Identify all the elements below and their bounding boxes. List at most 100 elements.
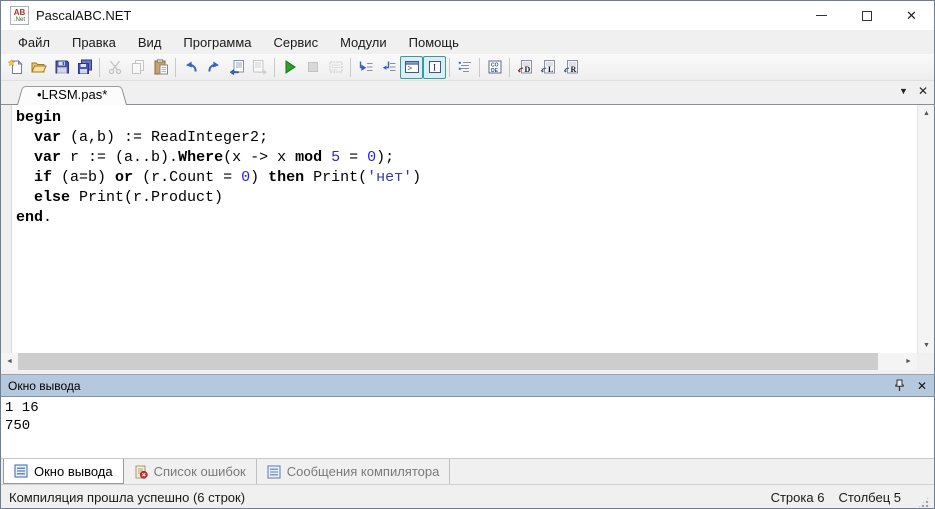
pin-icon[interactable] [894,379,905,392]
statusbar: Компиляция прошла успешно (6 строк) Стро… [1,484,934,508]
output-panel-header[interactable]: Окно вывода ✕ [1,375,934,396]
tab-close-button[interactable]: ✕ [918,84,928,98]
code-token: ) [412,169,422,186]
code-token: Where [178,149,224,166]
tab-label: •LRSM.pas* [37,87,108,102]
toolbar: > I CO DE D L R [1,54,934,81]
format-code-button[interactable] [453,56,476,79]
tab-output-window[interactable]: Окно вывода [3,459,124,484]
code-token: . [43,209,53,226]
code-token: or [115,169,134,186]
code-token: begin [16,109,62,126]
scroll-up-icon[interactable]: ▲ [918,105,934,121]
toolbar-separator [509,57,510,77]
svg-text:DE: DE [491,68,499,74]
code-token: 5 [331,149,341,166]
close-icon: ✕ [906,7,917,23]
menu-edit[interactable]: Правка [61,32,127,53]
code-token: mod [295,149,323,166]
toolbar-separator [274,57,275,77]
menu-service[interactable]: Сервис [263,32,330,53]
menu-program[interactable]: Программа [172,32,262,53]
save-all-button[interactable] [73,56,96,79]
open-folder-icon [30,62,47,73]
menu-file[interactable]: Файл [7,32,61,53]
scroll-left-icon[interactable]: ◄ [1,354,18,370]
save-button[interactable] [50,56,73,79]
indent-decrease-button[interactable] [377,56,400,79]
toolbar-separator [175,57,176,77]
tab-lrsm-pas[interactable]: •LRSM.pas* [17,84,127,105]
tab-label: Сообщения компилятора [286,464,440,479]
navigate-back-button[interactable] [225,56,248,79]
undo-button[interactable] [179,56,202,79]
console-toggle-button[interactable]: > [400,55,423,79]
code-line: end. [16,208,917,228]
stop-button [301,56,324,79]
save-icon [55,60,69,74]
menu-modules[interactable]: Модули [329,32,398,53]
code-token: then [268,169,305,186]
code-token: r := (a..b). [61,149,179,166]
run-button[interactable] [278,56,301,79]
scroll-right-icon[interactable]: ► [900,354,917,370]
horizontal-scroll-thumb[interactable] [18,353,878,370]
code-token: end [16,209,44,226]
toolbar-separator [479,57,480,77]
insert-template-d-button[interactable]: D [513,56,536,79]
horizontal-scrollbar[interactable]: ◄ ► [1,353,917,370]
menu-view[interactable]: Вид [127,32,173,53]
resize-grip[interactable] [917,496,930,508]
open-file-button[interactable] [27,56,50,79]
code-text-area[interactable]: begin var (a,b) := ReadInteger2; var r :… [12,105,917,353]
bottom-tab-strip: Окно вывода Список ошибок Сообщения комп… [1,458,934,484]
text-cursor-icon: I [428,61,441,73]
compile-status-message: Компиляция прошла успешно (6 строк) [9,489,246,505]
code-line: else Print(r.Product) [16,188,917,208]
toolbar-separator [449,57,450,77]
menu-help[interactable]: Помощь [398,32,470,53]
code-token: 0 [241,169,251,186]
insert-template-r-button[interactable]: R [559,56,582,79]
tab-error-list[interactable]: Список ошибок [124,459,257,484]
insert-template-d-icon: D [517,60,532,74]
pascalabc-window: AB .Net PascalABC.NET ✕ Файл Правка Вид … [0,0,935,509]
vertical-scrollbar[interactable]: ▲ ▼ [917,105,934,353]
cursor-toggle-button[interactable]: I [423,55,446,79]
new-file-icon [7,59,23,74]
app-icon-text-top: AB [13,7,26,17]
copy-icon [131,60,144,74]
code-token: = [340,149,368,166]
close-button[interactable]: ✕ [889,1,934,30]
code-token: else [34,189,71,206]
tab-overflow-button[interactable]: ▼ [899,86,908,96]
code-line: var (a,b) := ReadInteger2; [16,128,917,148]
svg-text:I: I [433,62,436,72]
minimize-button[interactable] [799,1,844,30]
tab-compiler-messages[interactable]: Сообщения компилятора [257,459,451,484]
scroll-down-icon[interactable]: ▼ [918,337,934,353]
error-list-icon [135,465,148,479]
insert-template-l-button[interactable]: L [536,56,559,79]
code-token: var [34,129,62,146]
code-token: var [34,149,62,166]
vertical-scroll-track[interactable] [918,121,934,337]
code-line: if (a=b) or (r.Count = 0) then Print('не… [16,168,917,188]
code-templates-button[interactable]: CO DE [483,56,506,79]
maximize-button[interactable] [844,1,889,30]
paste-button[interactable] [149,56,172,79]
scrollbar-corner [917,353,934,370]
svg-text:L: L [548,65,553,74]
code-token: Print(r.Product) [70,189,224,206]
redo-button[interactable] [202,56,225,79]
code-token: (x -> x [223,149,296,166]
output-console[interactable]: 1 16 750 [1,396,934,458]
output-panel-title: Окно вывода [8,378,81,393]
indent-increase-button[interactable] [354,56,377,79]
status-line-number: Строка 6 [770,489,825,505]
output-close-icon[interactable]: ✕ [917,379,927,393]
new-file-button[interactable] [4,56,27,79]
maximize-icon [861,10,872,21]
